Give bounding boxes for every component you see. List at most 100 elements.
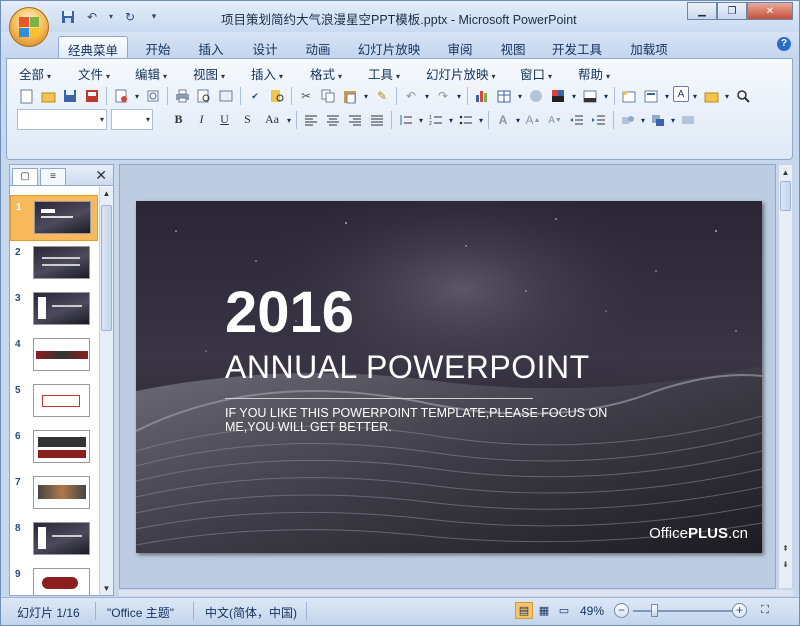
shadow-button[interactable]: S <box>237 110 258 129</box>
print-icon[interactable] <box>172 86 192 106</box>
help-icon[interactable]: ? <box>777 37 791 51</box>
bold-button[interactable]: B <box>168 110 189 129</box>
menu-view[interactable]: 视图 ▾ <box>193 64 225 83</box>
menu-file[interactable]: 文件 ▾ <box>78 64 110 83</box>
scroll-up-icon[interactable]: ▲ <box>101 188 112 199</box>
dropdown-arrow-icon[interactable]: ▾ <box>362 86 370 106</box>
normal-view-icon[interactable]: ▤ <box>515 602 533 619</box>
dropdown-arrow-icon[interactable]: ▾ <box>723 86 731 106</box>
fit-to-window-icon[interactable]: ⛶ <box>756 602 774 619</box>
scroll-thumb[interactable] <box>101 205 112 331</box>
shapes-icon[interactable] <box>618 110 638 130</box>
tab-home[interactable]: 开始 <box>138 36 178 58</box>
spelling-icon[interactable]: ✔ <box>245 86 265 106</box>
zoom-search-icon[interactable] <box>733 86 753 106</box>
save-icon[interactable] <box>60 86 80 106</box>
insert-table-icon[interactable] <box>494 86 514 106</box>
zoom-slider-track[interactable] <box>633 610 733 612</box>
slide-thumbnail[interactable]: 9 <box>10 563 98 595</box>
page-setup-icon[interactable] <box>216 86 236 106</box>
slide-thumbnail[interactable]: 4 <box>10 333 98 379</box>
attach-icon[interactable] <box>143 86 163 106</box>
office-button[interactable] <box>9 7 49 47</box>
dropdown-arrow-icon[interactable]: ▾ <box>286 110 292 130</box>
undo-icon[interactable]: ↶ <box>83 8 101 25</box>
line-spacing-icon[interactable] <box>396 110 416 130</box>
insert-chart-icon[interactable] <box>472 86 492 106</box>
dropdown-arrow-icon[interactable]: ▾ <box>602 86 610 106</box>
tab-classic-menu[interactable]: 经典菜单 <box>58 36 128 58</box>
slide-thumbnail[interactable]: 2 <box>10 241 98 287</box>
slide-year[interactable]: 2016 <box>225 279 354 346</box>
clip-art-icon[interactable] <box>526 86 546 106</box>
menu-slideshow[interactable]: 幻灯片放映 ▾ <box>426 64 496 83</box>
thumbnail-scrollbar[interactable]: ▲ ▼ <box>99 187 113 595</box>
current-slide[interactable]: 2016 ANNUAL POWERPOINT IF YOU LIKE THIS … <box>136 201 762 553</box>
arrange-icon[interactable] <box>648 110 668 130</box>
scroll-down-icon[interactable]: ▼ <box>101 583 112 594</box>
slide-thumbnail[interactable]: 6 <box>10 425 98 471</box>
decrease-indent-icon[interactable] <box>567 110 587 130</box>
change-case-button[interactable]: Aa <box>260 110 284 129</box>
menu-help[interactable]: 帮助 ▾ <box>578 64 610 83</box>
dropdown-arrow-icon[interactable]: ▾ <box>455 86 463 106</box>
font-size-combo[interactable]: ▾ <box>111 109 153 130</box>
redo-icon[interactable]: ↻ <box>121 8 139 25</box>
tab-review[interactable]: 审阅 <box>438 36 482 58</box>
zoom-out-icon[interactable]: − <box>614 603 629 618</box>
quick-styles-icon[interactable] <box>678 110 698 130</box>
print-preview-icon[interactable] <box>194 86 214 106</box>
scroll-up-icon[interactable]: ▲ <box>780 167 791 178</box>
slide-thumbnail[interactable]: 3 <box>10 287 98 333</box>
close-icon[interactable]: ✕ <box>747 2 793 20</box>
tab-addins[interactable]: 加载项 <box>621 36 677 58</box>
dropdown-arrow-icon[interactable]: ▾ <box>107 8 115 25</box>
grow-font-icon[interactable]: A ▲ <box>523 110 543 130</box>
menu-edit[interactable]: 编辑 ▾ <box>135 64 167 83</box>
align-left-icon[interactable] <box>301 110 321 130</box>
language-indicator[interactable]: 中文(简体，中国) <box>205 604 297 621</box>
italic-button[interactable]: I <box>191 110 212 129</box>
zoom-in-icon[interactable]: + <box>732 603 747 618</box>
slide-title[interactable]: ANNUAL POWERPOINT <box>225 349 590 386</box>
research-icon[interactable] <box>267 86 287 106</box>
redo-icon[interactable]: ↷ <box>433 86 453 106</box>
dropdown-arrow-icon[interactable]: ▾ <box>570 86 578 106</box>
zoom-slider-thumb[interactable] <box>651 604 658 617</box>
minimize-icon[interactable]: ▁ <box>687 2 717 20</box>
dropdown-arrow-icon[interactable]: ▾ <box>515 110 521 130</box>
shrink-font-icon[interactable]: A ▼ <box>545 110 565 130</box>
justify-icon[interactable] <box>367 110 387 130</box>
bullets-icon[interactable] <box>456 110 476 130</box>
slides-tab-icon[interactable]: ▢ <box>12 168 38 185</box>
dropdown-arrow-icon[interactable]: ▾ <box>448 110 454 130</box>
tab-developer[interactable]: 开发工具 <box>545 36 609 58</box>
slide-thumbnail[interactable]: 8 <box>10 517 98 563</box>
format-painter-icon[interactable]: ✎ <box>372 86 392 106</box>
font-color-icon[interactable]: A <box>493 110 513 130</box>
menu-all[interactable]: 全部 ▾ <box>19 64 51 83</box>
color-grayscale-icon[interactable] <box>548 86 568 106</box>
permission-icon[interactable] <box>111 86 131 106</box>
undo-icon[interactable]: ↶ <box>401 86 421 106</box>
dropdown-arrow-icon[interactable]: ▾ <box>423 86 431 106</box>
slide-thumbnail[interactable]: 1 <box>10 195 98 241</box>
new-document-icon[interactable] <box>16 86 36 106</box>
zoom-level[interactable]: 49% <box>580 604 604 618</box>
slide-thumbnail[interactable]: 5 <box>10 379 98 425</box>
align-right-icon[interactable] <box>345 110 365 130</box>
new-slide-icon[interactable] <box>619 86 639 106</box>
slideshow-view-icon[interactable]: ▭ <box>555 602 573 619</box>
tab-insert[interactable]: 插入 <box>189 36 233 58</box>
previous-slide-icon[interactable]: ⇞ <box>780 543 791 554</box>
align-center-icon[interactable] <box>323 110 343 130</box>
numbering-icon[interactable]: 12 <box>426 110 446 130</box>
tab-slideshow[interactable]: 幻灯片放映 <box>353 36 425 58</box>
close-icon[interactable]: ✕ <box>95 167 107 184</box>
save-icon[interactable] <box>59 8 77 25</box>
font-name-combo[interactable]: ▾ <box>17 109 107 130</box>
dropdown-arrow-icon[interactable]: ▾ <box>133 86 141 106</box>
slide-thumbnail[interactable]: 7 <box>10 471 98 517</box>
slide-design-icon[interactable] <box>580 86 600 106</box>
cut-icon[interactable]: ✂ <box>296 86 316 106</box>
